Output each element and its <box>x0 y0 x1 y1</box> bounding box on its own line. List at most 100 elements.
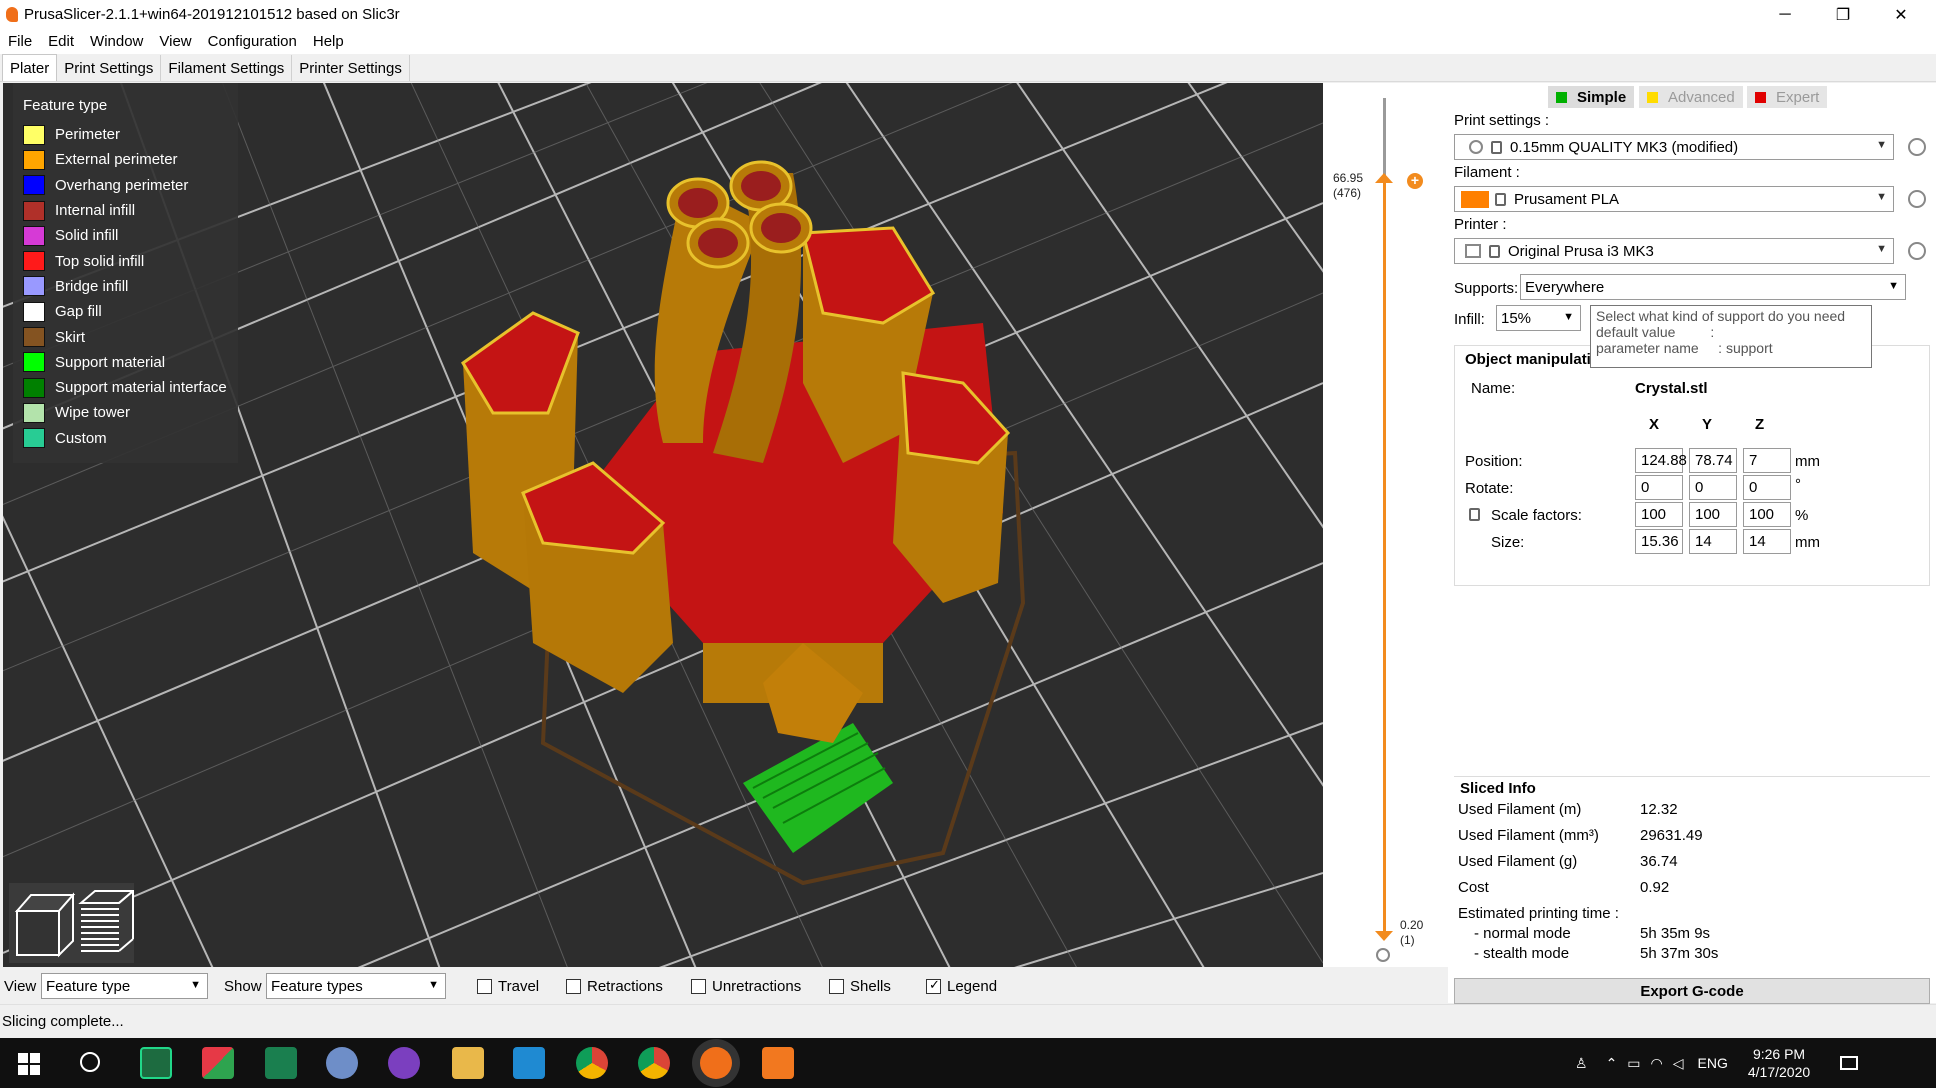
supports-tooltip: Select what kind of support do you need … <box>1590 305 1872 368</box>
expert-mode-icon <box>1755 91 1766 103</box>
menu-file[interactable]: File <box>8 33 32 50</box>
travel-checkbox[interactable]: Travel <box>477 978 539 995</box>
battery-icon[interactable]: ▭ <box>1627 1055 1640 1072</box>
size-z-input[interactable]: 14 <box>1743 529 1791 554</box>
export-gcode-button[interactable]: Export G-code <box>1454 978 1930 1004</box>
tab-print-settings[interactable]: Print Settings <box>57 55 162 81</box>
chevron-up-icon[interactable]: ⌃ <box>1606 1055 1618 1072</box>
object-manipulation-title: Object manipulati <box>1465 351 1591 368</box>
vscode-icon[interactable] <box>513 1047 545 1079</box>
printer-combo[interactable]: Original Prusa i3 MK3 ▼ <box>1454 238 1894 264</box>
chrome-profile-icon[interactable] <box>638 1047 670 1079</box>
print-settings-gear-icon[interactable] <box>1908 138 1926 156</box>
mode-simple-button[interactable]: Simple <box>1548 86 1635 108</box>
maximize-button[interactable]: ❐ <box>1814 0 1872 29</box>
sliced-info-panel: Sliced Info Used Filament (m) 12.32 Used… <box>1454 776 1930 966</box>
menu-view[interactable]: View <box>159 33 191 50</box>
checkbox-box[interactable] <box>477 979 492 994</box>
3d-view-icon[interactable] <box>14 892 76 958</box>
preview-toolbar: View Feature type ▼ Show Feature types ▼… <box>0 968 1448 1004</box>
upper-thumb-handle[interactable] <box>1375 173 1393 183</box>
scale-z-input[interactable]: 100 <box>1743 502 1791 527</box>
printer-label: Printer : <box>1454 216 1507 233</box>
app-icon-bird[interactable] <box>326 1047 358 1079</box>
unretractions-checkbox[interactable]: Unretractions <box>691 978 801 995</box>
size-x-input[interactable]: 15.36 <box>1635 529 1683 554</box>
info-key: Used Filament (m) <box>1458 801 1582 818</box>
menu-help[interactable]: Help <box>313 33 344 50</box>
print-settings-label: Print settings : <box>1454 112 1550 129</box>
legend-swatch <box>23 175 45 196</box>
show-label: Show <box>224 978 262 995</box>
info-key: - stealth mode <box>1474 945 1570 962</box>
add-color-change-icon[interactable]: + <box>1407 173 1423 189</box>
language-indicator[interactable]: ENG <box>1698 1055 1728 1071</box>
rotate-x-input[interactable]: 0 <box>1635 475 1683 500</box>
file-explorer-icon[interactable] <box>452 1047 484 1079</box>
scale-y-input[interactable]: 100 <box>1689 502 1737 527</box>
lower-thumb-handle[interactable] <box>1375 931 1393 941</box>
prusaslicer-taskbar-icon[interactable] <box>700 1047 732 1079</box>
position-z-input[interactable]: 7 <box>1743 448 1791 473</box>
printer-gear-icon[interactable] <box>1908 242 1926 260</box>
clock[interactable]: 9:26 PM 4/17/2020 <box>1748 1045 1810 1081</box>
infill-label: Infill: <box>1454 311 1485 328</box>
checkbox-box[interactable] <box>566 979 581 994</box>
cog-settings-icon[interactable] <box>1376 948 1390 962</box>
pycharm-icon[interactable] <box>140 1047 172 1079</box>
infill-combo[interactable]: 15% ▼ <box>1496 305 1581 331</box>
layers-view-icon[interactable] <box>78 890 136 952</box>
filament-gear-icon[interactable] <box>1908 190 1926 208</box>
layer-slider[interactable]: 66.95 (476) + 0.20 (1) <box>1323 83 1448 967</box>
object-name-value: Crystal.stl <box>1635 380 1708 397</box>
tab-printer-settings[interactable]: Printer Settings <box>292 55 410 81</box>
chrome-icon[interactable] <box>576 1047 608 1079</box>
fusion-icon[interactable] <box>762 1047 794 1079</box>
filament-combo[interactable]: Prusament PLA ▼ <box>1454 186 1894 212</box>
people-icon[interactable]: ♙ <box>1575 1055 1588 1072</box>
checkbox-box[interactable] <box>829 979 844 994</box>
mode-expert-button[interactable]: Expert <box>1747 86 1828 108</box>
legend-swatch <box>23 301 45 322</box>
legend-item: Internal infill <box>23 198 228 223</box>
wifi-icon[interactable]: ◠ <box>1651 1055 1663 1072</box>
notifications-icon[interactable] <box>1840 1056 1859 1070</box>
menu-configuration[interactable]: Configuration <box>208 33 297 50</box>
menu-edit[interactable]: Edit <box>48 33 74 50</box>
scale-lock-icon[interactable] <box>1469 508 1480 521</box>
menu-window[interactable]: Window <box>90 33 143 50</box>
position-y-input[interactable]: 78.74 <box>1689 448 1737 473</box>
supports-label: Supports: <box>1454 280 1519 297</box>
legend-item: Custom <box>23 426 228 451</box>
tab-plater[interactable]: Plater <box>2 54 58 81</box>
checkbox-box[interactable] <box>691 979 706 994</box>
tab-filament-settings[interactable]: Filament Settings <box>161 55 293 81</box>
clion-icon[interactable] <box>265 1047 297 1079</box>
retractions-checkbox[interactable]: Retractions <box>566 978 663 995</box>
github-desktop-icon[interactable] <box>388 1047 420 1079</box>
clock-time: 9:26 PM <box>1752 1046 1806 1062</box>
app-icon-colorful[interactable] <box>202 1047 234 1079</box>
search-icon[interactable] <box>80 1052 100 1072</box>
windows-start-icon[interactable] <box>18 1053 40 1075</box>
volume-icon[interactable]: ◁ <box>1673 1055 1684 1072</box>
rotate-y-input[interactable]: 0 <box>1689 475 1737 500</box>
minimize-button[interactable]: ─ <box>1756 0 1814 29</box>
checkbox-box[interactable]: ✓ <box>926 977 941 994</box>
legend-checkbox[interactable]: ✓ Legend <box>926 977 997 995</box>
print-settings-combo[interactable]: 0.15mm QUALITY MK3 (modified) ▼ <box>1454 134 1894 160</box>
mode-advanced-button[interactable]: Advanced <box>1639 86 1743 108</box>
scale-x-input[interactable]: 100 <box>1635 502 1683 527</box>
supports-combo[interactable]: Everywhere ▼ <box>1520 274 1906 300</box>
shells-checkbox[interactable]: Shells <box>829 978 891 995</box>
rotate-z-input[interactable]: 0 <box>1743 475 1791 500</box>
axis-header-y: Y <box>1702 416 1713 433</box>
show-features-combo[interactable]: Feature types ▼ <box>266 973 446 999</box>
legend-swatch <box>23 124 45 145</box>
view-type-combo[interactable]: Feature type ▼ <box>41 973 208 999</box>
close-button[interactable]: ✕ <box>1872 0 1930 29</box>
3d-preview-canvas[interactable]: Feature type Perimeter External perimete… <box>3 83 1323 967</box>
size-y-input[interactable]: 14 <box>1689 529 1737 554</box>
position-x-input[interactable]: 124.88 <box>1635 448 1687 473</box>
tooltip-line: parameter name : support <box>1596 340 1773 356</box>
